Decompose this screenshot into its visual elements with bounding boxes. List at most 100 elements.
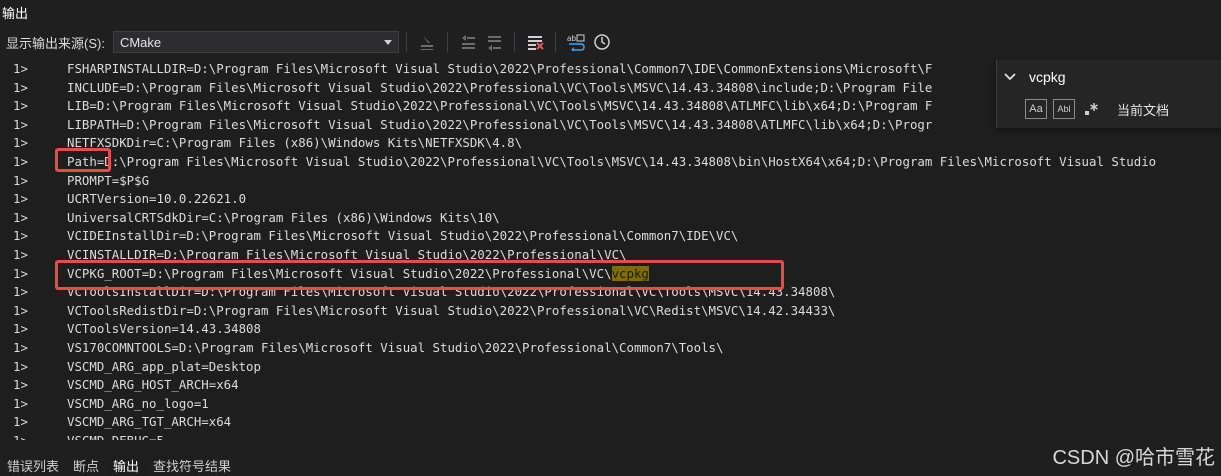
tab-2[interactable]: 输出 (106, 456, 147, 476)
output-line-text: FSHARPINSTALLDIR=D:\Program Files\Micros… (67, 61, 933, 76)
bottom-tab-bar: 错误列表 断点 输出 查找符号结果 (0, 456, 1221, 476)
chevron-down-icon (383, 39, 392, 45)
output-line-prefix: 1> (13, 358, 28, 374)
output-line-prefix: 1> (13, 61, 28, 76)
output-line: 1> VCINSTALLDIR=D:\Program Files\Microsof… (0, 246, 1221, 265)
match-case-toggle[interactable]: Aa (1025, 99, 1047, 119)
output-line-text: VS170COMNTOOLS=D:\Program Files\Microsof… (67, 340, 724, 355)
output-line: 1> VSCMD_DEBUG=5 (0, 432, 1221, 440)
output-line-text: VCToolsInstallDir=D:\Program Files\Micro… (67, 284, 836, 300)
toggle-word-wrap-icon: ab (567, 34, 585, 51)
output-window: 输出 显示输出来源(S): CMake ab 1>FSHARPINSTALLD (0, 0, 1221, 476)
toolbar-separator (513, 32, 515, 52)
output-line-prefix: 1> (13, 79, 28, 95)
tab-0[interactable]: 错误列表 (0, 458, 66, 476)
output-line: 1> VCToolsRedistDir=D:\Program Files\Micr… (0, 302, 1221, 321)
output-source-label: 显示输出来源(S): (6, 35, 105, 51)
output-line-prefix: 1> (13, 135, 28, 151)
output-line-prefix: 1> (13, 340, 28, 355)
output-line-text: UniversalCRTSdkDir=C:\Program Files (x86… (67, 209, 500, 225)
previous-message-button[interactable] (455, 29, 481, 55)
output-line-prefix: 1> (13, 321, 28, 337)
tab-1[interactable]: 断点 (66, 458, 106, 476)
next-message-button[interactable] (481, 29, 507, 55)
output-line-text: INCLUDE=D:\Program Files\Microsoft Visua… (67, 79, 933, 95)
output-line: 1> VCIDEInstallDir=D:\Program Files\Micro… (0, 227, 1221, 246)
previous-message-icon (461, 35, 475, 49)
csdn-watermark: CSDN @哈市雪花 (1052, 447, 1215, 469)
find-widget: vcpkg Aa Abl 当前文档 (996, 60, 1221, 128)
clear-all-button[interactable] (522, 29, 548, 55)
use-regex-toggle[interactable] (1081, 99, 1101, 119)
output-line-text: VCPKG_ROOT=D:\Program Files\Microsoft Vi… (67, 265, 649, 281)
output-line-text: VCIDEInstallDir=D:\Program Files\Microso… (67, 228, 739, 244)
output-line-prefix: 1> (13, 98, 28, 114)
output-line-text: PROMPT=$P$G (67, 172, 150, 188)
output-line: 1> VCPKG_ROOT=D:\Program Files\Microsoft … (0, 265, 1221, 284)
output-line-text: LIB=D:\Program Files\Microsoft Visual St… (67, 98, 933, 114)
output-line-prefix: 1> (13, 228, 28, 244)
match-whole-word-toggle[interactable]: Abl (1053, 99, 1075, 119)
output-line-prefix: 1> (13, 116, 28, 132)
output-line: 1> VSCMD_ARG_app_plat=Desktop (0, 358, 1221, 377)
panel-title: 输出 (2, 5, 29, 21)
output-line-prefix: 1> (13, 191, 28, 207)
output-line-text: Path=D:\Program Files\Microsoft Visual S… (67, 154, 1157, 169)
output-line-text: VSCMD_DEBUG=5 (67, 432, 164, 440)
toggle-replace-button[interactable] (997, 72, 1023, 82)
output-line-text: NETFXSDKDir=C:\Program Files (x86)\Windo… (67, 135, 523, 151)
output-line-prefix: 1> (13, 302, 28, 318)
output-line: 1> UCRTVersion=10.0.22621.0 (0, 190, 1221, 209)
tab-3[interactable]: 查找符号结果 (146, 458, 238, 476)
output-line-text: VSCMD_ARG_HOST_ARCH=x64 (67, 377, 239, 393)
output-line-text: VCToolsVersion=14.43.34808 (67, 321, 261, 337)
output-line: 1> VCToolsInstallDir=D:\Program Files\Mic… (0, 283, 1221, 302)
goto-current-line-icon (420, 36, 433, 50)
output-line-text: VSCMD_ARG_no_logo=1 (67, 395, 209, 411)
output-line: 1> VSCMD_ARG_TGT_ARCH=x64 (0, 413, 1221, 432)
output-line: 1> VSCMD_ARG_HOST_ARCH=x64 (0, 376, 1221, 395)
output-line: 1> Path=D:\Program Files\Microsoft Visual… (0, 153, 1221, 172)
output-line: 1> VSCMD_ARG_no_logo=1 (0, 395, 1221, 414)
output-line: 1> NETFXSDKDir=C:\Program Files (x86)\Win… (0, 134, 1221, 153)
output-line-text: UCRTVersion=10.0.22621.0 (67, 191, 247, 207)
output-line-text: VCINSTALLDIR=D:\Program Files\Microsoft … (67, 247, 627, 262)
search-scope-select[interactable]: 当前文档 (1117, 100, 1169, 119)
timestamp-clock-icon (594, 34, 610, 50)
svg-text:ab: ab (567, 34, 576, 43)
output-line-prefix: 1> (13, 414, 28, 430)
output-line-prefix: 1> (13, 395, 28, 411)
output-line-prefix: 1> (13, 377, 28, 393)
output-line-prefix: 1> (13, 247, 28, 262)
regex-icon (1085, 103, 1098, 115)
output-line: 1> VCToolsVersion=14.43.34808 (0, 320, 1221, 339)
toggle-word-wrap-button[interactable]: ab (563, 29, 589, 55)
output-line-text: VSCMD_ARG_app_plat=Desktop (67, 358, 261, 374)
output-line-prefix: 1> (13, 209, 28, 225)
output-line: 1> PROMPT=$P$G (0, 172, 1221, 191)
panel-title-bar: 输出 (0, 0, 1221, 24)
output-source-value: CMake (119, 34, 162, 50)
output-line-prefix: 1> (13, 432, 28, 440)
output-toolbar: 显示输出来源(S): CMake ab (0, 24, 1221, 60)
output-line-prefix: 1> (13, 154, 28, 169)
clear-all-icon (527, 36, 544, 50)
show-timestamp-button[interactable] (589, 29, 615, 55)
toolbar-separator (446, 32, 448, 52)
output-line: 1> VS170COMNTOOLS=D:\Program Files\Micros… (0, 339, 1221, 358)
next-message-icon (487, 36, 501, 51)
output-line-text: VCToolsRedistDir=D:\Program Files\Micros… (67, 302, 836, 318)
toolbar-separator (554, 32, 556, 52)
output-line-text: LIBPATH=D:\Program Files\Microsoft Visua… (67, 116, 933, 132)
output-line-prefix: 1> (13, 265, 28, 281)
find-query-input[interactable]: vcpkg (1029, 69, 1066, 85)
toolbar-separator (405, 32, 407, 52)
output-line-prefix: 1> (13, 284, 28, 300)
output-source-select[interactable]: CMake (112, 31, 399, 53)
goto-current-line-button[interactable] (414, 29, 440, 55)
output-line: 1> UniversalCRTSdkDir=C:\Program Files (x… (0, 209, 1221, 228)
search-match-highlight: vcpkg (611, 265, 649, 281)
output-line-prefix: 1> (13, 172, 28, 188)
chevron-down-icon (1004, 73, 1016, 81)
output-line-text: VSCMD_ARG_TGT_ARCH=x64 (67, 414, 232, 430)
